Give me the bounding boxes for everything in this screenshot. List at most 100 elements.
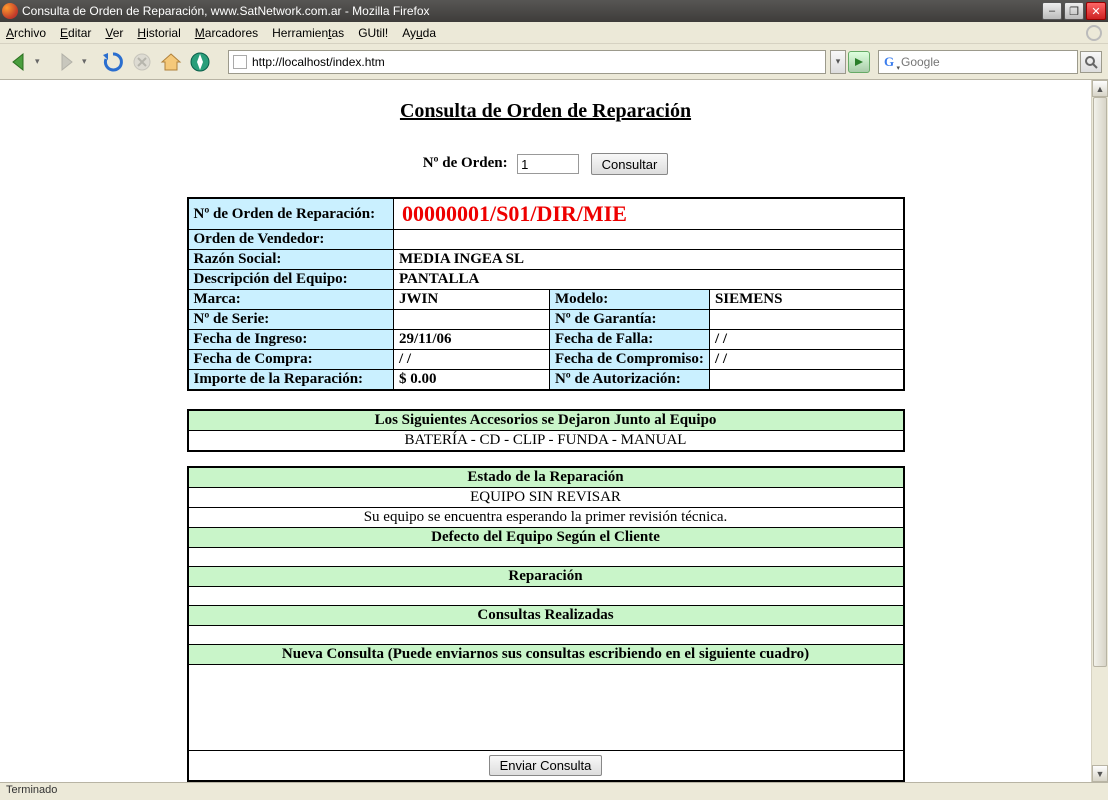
menu-herramientas[interactable]: Herramientas xyxy=(272,26,344,40)
accesorios-value: BATERÍA - CD - CLIP - FUNDA - MANUAL xyxy=(188,431,904,452)
desc-label: Descripción del Equipo: xyxy=(188,270,394,290)
google-icon[interactable]: G▾ xyxy=(881,54,897,70)
estado-table: Estado de la Reparación EQUIPO SIN REVIS… xyxy=(187,466,905,782)
razon-label: Razón Social: xyxy=(188,250,394,270)
page-icon xyxy=(233,55,247,69)
menu-bar: Archivo Editar Ver Historial Marcadores … xyxy=(0,22,1108,44)
gutil-button[interactable] xyxy=(187,49,213,75)
window-title: Consulta de Orden de Reparación, www.Sat… xyxy=(22,4,1040,18)
go-arrow-icon xyxy=(853,56,865,68)
importe-value: $ 0.00 xyxy=(394,370,550,391)
order-query-form: Nº de Orden: Consultar xyxy=(0,153,1091,175)
compass-icon xyxy=(189,51,211,73)
marca-label: Marca: xyxy=(188,290,394,310)
vendedor-label: Orden de Vendedor: xyxy=(188,230,394,250)
reparacion-value xyxy=(188,587,904,606)
forward-dropdown[interactable]: ▾ xyxy=(82,56,92,67)
autorizacion-label: Nº de Autorización: xyxy=(549,370,709,391)
garantia-value xyxy=(709,310,903,330)
home-button[interactable] xyxy=(158,49,184,75)
back-button[interactable] xyxy=(6,49,32,75)
orden-label: Nº de Orden de Reparación: xyxy=(188,198,394,230)
back-dropdown[interactable]: ▾ xyxy=(35,56,45,67)
url-dropdown[interactable]: ▾ xyxy=(830,50,846,74)
compra-value: / / xyxy=(394,350,550,370)
close-button[interactable]: ✕ xyxy=(1086,2,1106,20)
menu-marcadores[interactable]: Marcadores xyxy=(195,26,258,40)
stop-button[interactable] xyxy=(129,49,155,75)
menu-ayuda[interactable]: Ayuda xyxy=(402,26,436,40)
accesorios-table: Los Siguientes Accesorios se Dejaron Jun… xyxy=(187,409,905,452)
url-bar[interactable] xyxy=(228,50,826,74)
importe-label: Importe de la Reparación: xyxy=(188,370,394,391)
falla-value: / / xyxy=(709,330,903,350)
home-icon xyxy=(160,51,182,73)
scroll-track[interactable] xyxy=(1092,97,1108,765)
consultas-header: Consultas Realizadas xyxy=(188,606,904,626)
search-input[interactable] xyxy=(901,55,1075,69)
orden-value: 00000001/S01/DIR/MIE xyxy=(394,198,904,230)
accesorios-header: Los Siguientes Accesorios se Dejaron Jun… xyxy=(188,410,904,431)
activity-throbber-icon xyxy=(1086,25,1102,41)
order-number-label: Nº de Orden: xyxy=(423,155,508,171)
compromiso-label: Fecha de Compromiso: xyxy=(549,350,709,370)
defecto-header: Defecto del Equipo Según el Cliente xyxy=(188,528,904,548)
nueva-consulta-textarea[interactable] xyxy=(189,665,903,745)
modelo-label: Modelo: xyxy=(549,290,709,310)
order-details-table: Nº de Orden de Reparación: 00000001/S01/… xyxy=(187,197,905,391)
forward-arrow-icon xyxy=(54,50,78,74)
compra-label: Fecha de Compra: xyxy=(188,350,394,370)
order-number-input[interactable] xyxy=(517,154,579,174)
magnifier-icon xyxy=(1084,55,1098,69)
serie-value xyxy=(394,310,550,330)
compromiso-value: / / xyxy=(709,350,903,370)
defecto-value xyxy=(188,548,904,567)
window-titlebar: Consulta de Orden de Reparación, www.Sat… xyxy=(0,0,1108,22)
consultar-button[interactable]: Consultar xyxy=(591,153,669,175)
modelo-value: SIEMENS xyxy=(709,290,903,310)
status-bar: Terminado xyxy=(0,782,1108,800)
ingreso-value: 29/11/06 xyxy=(394,330,550,350)
vendedor-value xyxy=(394,230,904,250)
scroll-thumb[interactable] xyxy=(1093,97,1107,667)
go-button[interactable] xyxy=(848,51,870,73)
reload-icon xyxy=(102,51,124,73)
search-box[interactable]: G▾ xyxy=(878,50,1078,74)
reparacion-header: Reparación xyxy=(188,567,904,587)
minimize-button[interactable]: – xyxy=(1042,2,1062,20)
razon-value: MEDIA INGEA SL xyxy=(394,250,904,270)
stop-icon xyxy=(132,52,152,72)
scroll-up-button[interactable]: ▲ xyxy=(1092,80,1108,97)
maximize-button[interactable]: ❐ xyxy=(1064,2,1084,20)
page-title: Consulta de Orden de Reparación xyxy=(0,100,1091,123)
search-submit-button[interactable] xyxy=(1080,51,1102,73)
menu-ver[interactable]: Ver xyxy=(105,26,123,40)
nueva-consulta-header: Nueva Consulta (Puede enviarnos sus cons… xyxy=(188,645,904,665)
marca-value: JWIN xyxy=(394,290,550,310)
page-content: Consulta de Orden de Reparación Nº de Or… xyxy=(0,80,1091,782)
vertical-scrollbar[interactable]: ▲ ▼ xyxy=(1091,80,1108,782)
estado-header: Estado de la Reparación xyxy=(188,467,904,488)
falla-label: Fecha de Falla: xyxy=(549,330,709,350)
menu-gutil[interactable]: GUtil! xyxy=(358,26,388,40)
desc-value: PANTALLA xyxy=(394,270,904,290)
status-text: Terminado xyxy=(6,784,57,796)
back-arrow-icon xyxy=(7,50,31,74)
forward-button[interactable] xyxy=(53,49,79,75)
autorizacion-value xyxy=(709,370,903,391)
menu-archivo[interactable]: Archivo xyxy=(6,26,46,40)
serie-label: Nº de Serie: xyxy=(188,310,394,330)
menu-editar[interactable]: Editar xyxy=(60,26,91,40)
menu-historial[interactable]: Historial xyxy=(137,26,180,40)
scroll-down-button[interactable]: ▼ xyxy=(1092,765,1108,782)
enviar-consulta-button[interactable]: Enviar Consulta xyxy=(489,755,603,776)
firefox-icon xyxy=(2,3,18,19)
estado-status: EQUIPO SIN REVISAR xyxy=(188,488,904,508)
url-input[interactable] xyxy=(252,55,821,69)
content-viewport: Consulta de Orden de Reparación Nº de Or… xyxy=(0,80,1108,782)
consultas-value xyxy=(188,626,904,645)
garantia-label: Nº de Garantía: xyxy=(549,310,709,330)
ingreso-label: Fecha de Ingreso: xyxy=(188,330,394,350)
reload-button[interactable] xyxy=(100,49,126,75)
navigation-toolbar: ▾ ▾ ▾ G▾ xyxy=(0,44,1108,80)
